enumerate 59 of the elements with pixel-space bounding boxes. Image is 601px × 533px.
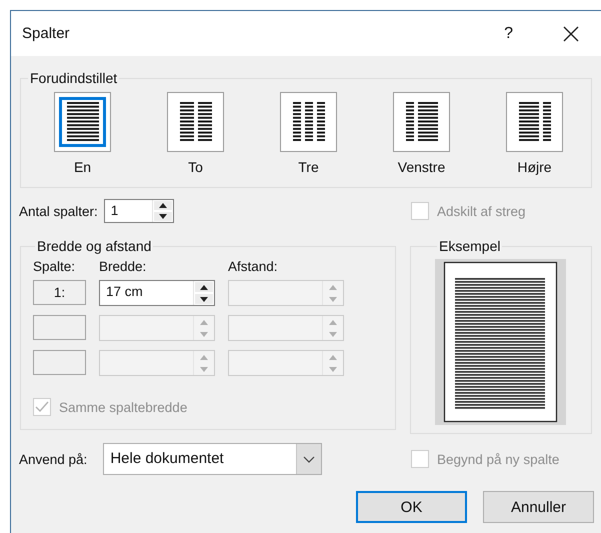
window-title: Spalter (22, 25, 70, 42)
ok-button[interactable]: OK (356, 491, 467, 523)
preset-label: En (74, 159, 92, 175)
group-label: Eksempel (438, 238, 502, 254)
preset-button[interactable] (167, 92, 224, 152)
columns-icon (292, 102, 324, 142)
up-arrow-icon (329, 354, 337, 360)
down-arrow-icon (200, 366, 208, 372)
spin-field[interactable]: 17 cm (99, 280, 215, 306)
chevron-down-icon (303, 456, 316, 462)
down-arrow-icon (200, 332, 208, 336)
single-column-icon (66, 102, 98, 142)
preset-button[interactable] (54, 92, 111, 152)
spin-down-button[interactable] (154, 212, 172, 221)
close-icon (563, 26, 579, 42)
dropdown[interactable]: Hele dokumentet (103, 443, 322, 475)
spin-down-button[interactable] (195, 294, 213, 304)
preset-button[interactable] (393, 92, 450, 152)
down-arrow-icon (329, 296, 337, 302)
columns-icon (180, 102, 212, 142)
checkbox-label: Samme spaltebredde (59, 400, 188, 414)
spin-field[interactable]: 1 (104, 199, 174, 223)
field-label: Antal spalter: (19, 204, 98, 218)
checkbox-label: Begynd på ny spalte (437, 452, 560, 466)
checkmark-icon (35, 401, 49, 413)
up-arrow-icon (158, 203, 167, 208)
down-arrow-icon (158, 214, 167, 219)
preset-label: Højre (517, 159, 552, 175)
down-arrow-icon (329, 332, 337, 336)
preset-label: To (188, 159, 203, 175)
group-label: Bredde og afstand (36, 238, 152, 254)
preset-button[interactable] (506, 92, 563, 152)
up-arrow-icon (200, 284, 208, 290)
down-arrow-icon (329, 366, 337, 372)
help-button[interactable]: ? (500, 24, 517, 42)
spin-up-button[interactable] (195, 282, 213, 292)
preset-label: Tre (298, 159, 319, 175)
down-arrow-icon (200, 296, 208, 302)
group-label: Forudindstillet (29, 70, 118, 86)
checkbox-label: Adskilt af streg (437, 204, 526, 218)
column-number-cell: 1: (33, 280, 86, 305)
up-arrow-icon (329, 284, 337, 290)
close-button[interactable] (563, 26, 579, 42)
column-header: Bredde: (99, 259, 148, 274)
column-number-cell (33, 315, 86, 340)
spin-up-button[interactable] (154, 201, 172, 210)
column-number-cell (33, 350, 86, 375)
up-arrow-icon (329, 320, 337, 324)
preset-button[interactable] (280, 92, 337, 152)
field-label: Anvend på: (19, 452, 88, 466)
column-header: Afstand: (228, 259, 279, 274)
dropdown-button[interactable] (296, 444, 322, 474)
cancel-button[interactable]: Annuller (483, 491, 594, 523)
preset-label: Venstre (398, 159, 446, 175)
up-arrow-icon (200, 320, 208, 324)
columns-icon (518, 102, 550, 142)
column-header: Spalte: (33, 259, 76, 274)
columns-icon (406, 102, 438, 142)
up-arrow-icon (200, 354, 208, 360)
